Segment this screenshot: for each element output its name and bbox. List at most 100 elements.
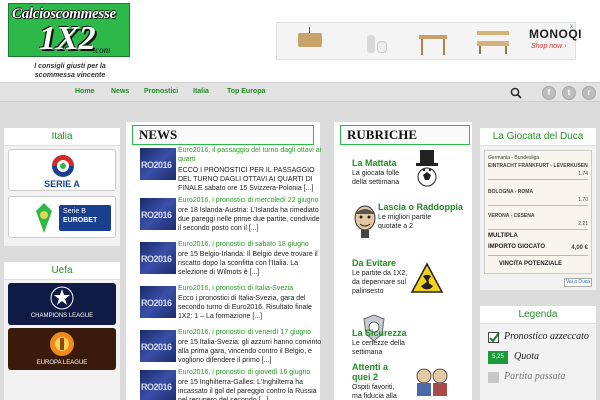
news-excerpt: ore 18 Islanda-Austria: L'Islanda ha rim…	[178, 207, 320, 232]
news-excerpt: Ecco i pronostici di Italia-Svezia, gara…	[178, 295, 312, 320]
news-title[interactable]: Euro2016, il passaggio del turno dagli o…	[178, 146, 322, 164]
main-navigation: Home News Pronostici Italia Top Europa f…	[0, 82, 600, 102]
logo-text-1x2: 1X2	[39, 20, 96, 57]
news-item[interactable]: RO2016 Euro2016, i pronostici di venerdì…	[140, 328, 322, 372]
ad-close-icon[interactable]: x	[570, 24, 573, 30]
news-title[interactable]: Euro2016, i pronostici di venerdì 17 giu…	[178, 328, 322, 337]
news-item[interactable]: RO2016 Euro2016, i pronostici di Italia-…	[140, 284, 320, 328]
news-thumbnail[interactable]: RO2016	[140, 198, 176, 230]
news-item[interactable]: RO2016 Euro2016, il passaggio del turno …	[140, 146, 322, 192]
europa-league-banner[interactable]: EUROPA LEAGUE	[8, 328, 116, 370]
ad-desk-image	[417, 27, 447, 57]
europa-league-label: EUROPA LEAGUE	[36, 360, 88, 366]
ad-brand: MONOQI	[529, 27, 582, 41]
rubrica-title[interactable]: La Mattata	[352, 158, 416, 168]
widget-italia: Italia SERIE A Serie B EUROBET	[4, 128, 120, 246]
widget-legenda-title: Legenda	[480, 306, 596, 324]
rubrica-attenti-a-quei-2[interactable]: Attenti a quei 2 Ospiti favoriti, ma fid…	[352, 362, 468, 400]
checkbox-checked-icon	[488, 332, 500, 343]
rubrica-desc: Le certezze della settimana	[352, 340, 405, 356]
rubrica-la-mattata[interactable]: La Mattata La giocata folle della settim…	[352, 150, 468, 187]
widget-uefa: Uefa CHAMPIONS LEAGUE EUROPA LEAGUE	[4, 262, 120, 400]
news-title[interactable]: Euro2016, i pronostici di mercoledì 22 g…	[178, 196, 322, 205]
rubrica-title[interactable]: Attenti a quei 2	[352, 362, 396, 382]
widget-italia-title: Italia	[4, 128, 120, 146]
site-header: Calcioscommesse 1X2 .com I consigli gius…	[0, 0, 600, 82]
logo-text-domain: .com	[93, 45, 111, 55]
slip-league: Germania - Bundesliga	[488, 155, 540, 161]
news-item[interactable]: RO2016 Euro2016, i pronostici di sabato …	[140, 240, 320, 284]
search-icon[interactable]	[510, 87, 522, 99]
news-excerpt: ore 15 Italia-Svezia: gli azzurri hanno …	[178, 339, 322, 364]
slip-importo-value: 4,00 €	[571, 245, 588, 251]
legend-label: Quota	[514, 351, 539, 362]
grey-square-icon	[488, 372, 499, 383]
news-title[interactable]: Euro2016, i pronostici di giovedì 16 giu…	[178, 368, 320, 377]
rubrica-title[interactable]: Lascia o Raddoppia	[378, 202, 474, 212]
twitter-icon[interactable]: t	[562, 86, 576, 100]
news-thumbnail[interactable]: RO2016	[140, 148, 176, 180]
slip-match-1: EINTRACHT FRANKFURT - LEVERKUSEN	[488, 163, 588, 169]
serie-b-label: Serie B	[63, 208, 86, 215]
news-item[interactable]: RO2016 Euro2016, i pronostici di mercole…	[140, 196, 320, 240]
nav-news[interactable]: News	[111, 88, 129, 95]
slip-multipla: MULTIPLA	[488, 233, 518, 239]
rubrica-desc: La giocata folle della settimana	[352, 170, 400, 186]
slip-odd-3: 2.21	[578, 221, 588, 227]
news-item[interactable]: RO2016 Euro2016, i pronostici di giovedì…	[140, 368, 320, 400]
slip-vincita-label: VINCITA POTENZIALE	[499, 261, 562, 267]
nav-home[interactable]: Home	[75, 88, 94, 95]
news-excerpt: ore 15 Belgio-Irlanda: Il Belgio deve tr…	[178, 251, 318, 276]
radiation-warning-icon	[410, 262, 444, 293]
news-thumbnail[interactable]: RO2016	[140, 330, 176, 362]
news-thumbnail[interactable]: RO2016	[140, 370, 176, 400]
caricature-face-icon	[354, 205, 376, 238]
quota-badge: 5,25	[488, 351, 508, 364]
ad-vases-image	[363, 27, 393, 57]
slip-importo-label: IMPORTO GIOCATO	[488, 244, 546, 250]
news-panel: NEWS RO2016 Euro2016, il passaggio del t…	[126, 122, 322, 400]
top-hat-ball-icon	[416, 150, 438, 187]
site-tagline: I consigli giusti per la scommessa vince…	[34, 63, 106, 79]
nav-pronostici[interactable]: Pronostici	[144, 88, 178, 95]
europa-trophy-icon	[50, 332, 74, 356]
serie-b-banner[interactable]: Serie B EUROBET	[8, 196, 116, 238]
news-thumbnail[interactable]: RO2016	[140, 242, 176, 274]
nav-top-europa[interactable]: Top Europa	[227, 88, 265, 95]
rubrica-title[interactable]: La Sicurezza	[352, 328, 432, 338]
news-title[interactable]: Euro2016, i pronostici di sabato 18 giug…	[178, 240, 322, 249]
widget-uefa-title: Uefa	[4, 262, 120, 280]
rubriche-header: RUBRICHE	[340, 125, 470, 145]
vai-a-duca-button[interactable]: Vai a Duca	[564, 278, 592, 287]
rubrica-desc: Le migliori partite quotate a 2	[378, 214, 432, 230]
serie-b-logo-icon	[36, 203, 52, 233]
ad-shop-now-link[interactable]: Shop now ›	[531, 43, 566, 50]
serie-b-sponsor: EUROBET	[63, 217, 98, 224]
news-header: NEWS	[132, 125, 314, 145]
rubrica-title[interactable]: Da Evitare	[352, 258, 412, 268]
news-thumbnail[interactable]: RO2016	[140, 286, 176, 318]
advertisement-banner[interactable]: MONOQI Shop now › x	[276, 22, 582, 60]
rubrica-desc: Le partite da 1X2, da depennare sul pali…	[352, 270, 408, 295]
slip-match-2: BOLOGNA - ROMA	[488, 189, 534, 195]
champions-league-label: CHAMPIONS LEAGUE	[30, 313, 94, 319]
facebook-icon[interactable]: f	[542, 86, 556, 100]
slip-odd-1: 1.74	[578, 171, 588, 177]
site-logo[interactable]: Calcioscommesse 1X2 .com	[8, 3, 130, 57]
two-characters-icon	[416, 368, 448, 396]
nav-italia[interactable]: Italia	[193, 88, 209, 95]
betting-slip-image[interactable]: Germania - Bundesliga EINTRACHT FRANKFUR…	[484, 150, 592, 274]
slip-match-3: VERONA - CESENA	[488, 213, 535, 219]
news-title[interactable]: Euro2016, i pronostici di Italia-Svezia	[178, 284, 322, 293]
legend-label: Partita passata	[504, 371, 566, 382]
rubriche-panel: RUBRICHE La Mattata La giocata folle del…	[334, 122, 472, 400]
champions-league-banner[interactable]: CHAMPIONS LEAGUE	[8, 283, 116, 325]
widget-giocata-duca: La Giocata del Duca Germania - Bundeslig…	[480, 128, 596, 290]
news-excerpt: ore 15 Inghilterra-Galles: L'Inghilterra…	[178, 379, 317, 400]
legend-label: Pronostico azzeccato	[504, 331, 589, 342]
rss-icon[interactable]: r	[582, 86, 596, 100]
rubrica-da-evitare[interactable]: Da Evitare Le partite da 1X2, da depenna…	[352, 258, 468, 296]
serie-a-banner[interactable]: SERIE A	[8, 149, 116, 191]
ad-bench-image	[477, 27, 509, 57]
news-excerpt: ECCO I PRONOSTICI PER IL PASSAGGIO DEL T…	[178, 167, 315, 192]
